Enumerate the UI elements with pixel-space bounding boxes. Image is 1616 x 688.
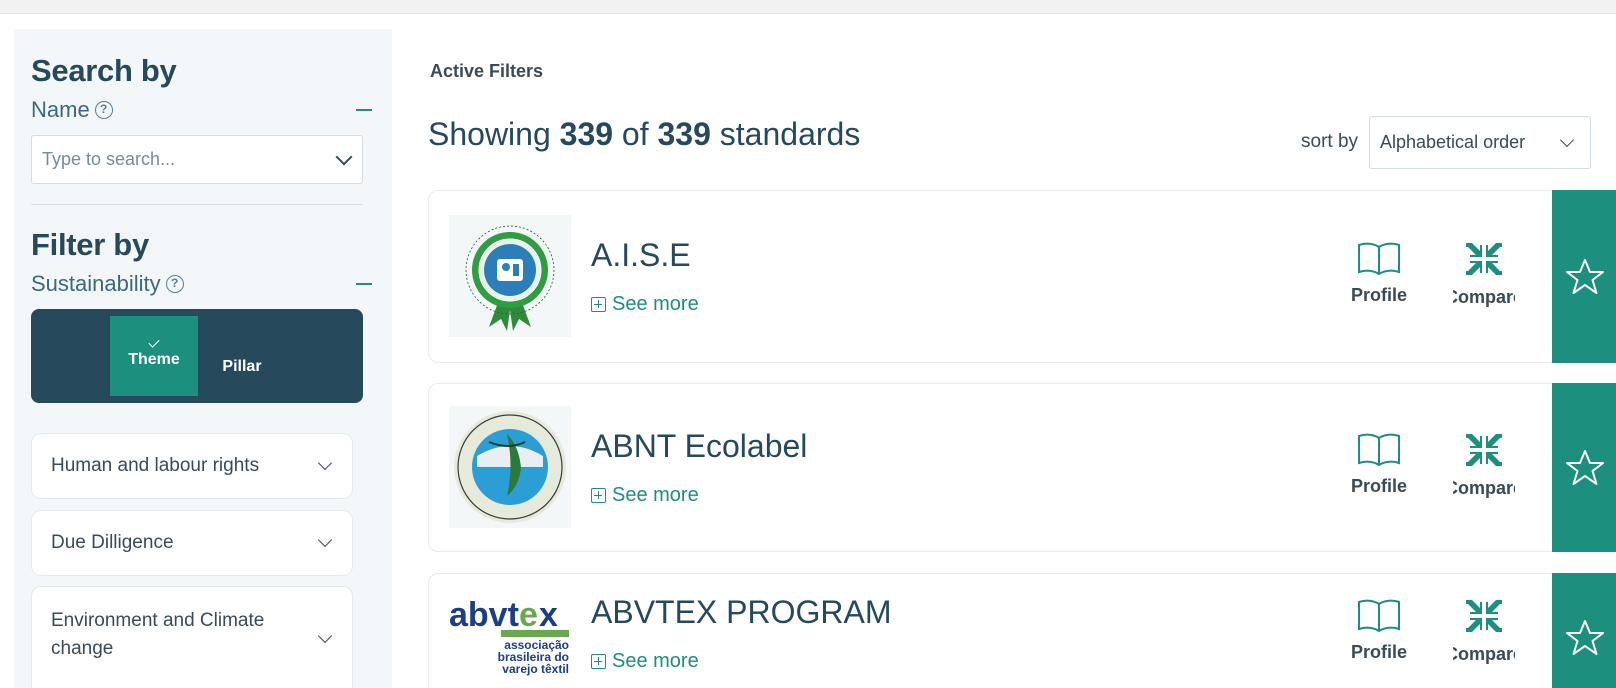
showing-count: 339 <box>559 116 614 152</box>
sort-label: sort by <box>1301 131 1359 152</box>
standard-name[interactable]: A.I.S.E <box>591 237 691 274</box>
compress-arrows-icon <box>1466 600 1502 632</box>
sort-select[interactable]: Alphabetical order <box>1369 116 1591 169</box>
svg-text:abvt: abvt <box>449 596 519 634</box>
star-icon <box>1566 620 1604 655</box>
sustainability-label: Sustainability ? <box>31 271 184 297</box>
sustainability-row: Sustainability ? <box>31 271 374 297</box>
accordion-label: Environment and Climate change <box>51 610 265 659</box>
book-icon <box>1358 242 1400 275</box>
divider <box>31 204 363 205</box>
name-row: Name ? <box>31 97 374 123</box>
standard-card: ABNT Ecolabel See more Profile Compare <box>428 383 1616 552</box>
profile-label: Profile <box>1351 285 1408 305</box>
see-more-link[interactable]: See more <box>591 293 699 316</box>
see-more-link[interactable]: See more <box>591 484 699 507</box>
check-icon <box>148 336 160 348</box>
chevron-down-icon <box>1559 132 1575 147</box>
name-search-combobox[interactable] <box>31 135 363 184</box>
plus-square-icon <box>591 654 606 669</box>
favorite-button[interactable] <box>1552 573 1616 688</box>
toggle-theme-option[interactable]: Theme <box>110 316 198 396</box>
accordion-due-dilligence[interactable]: Due Dilligence <box>31 510 353 576</box>
search-by-title: Search by <box>31 53 177 88</box>
name-label-text: Name <box>31 97 90 122</box>
compare-button[interactable]: Compare <box>1453 432 1515 499</box>
see-more-link[interactable]: See more <box>591 650 699 673</box>
compress-arrows-icon <box>1466 243 1502 275</box>
compress-arrows-icon <box>1466 434 1502 466</box>
compare-label: Compare <box>1453 287 1515 307</box>
profile-button[interactable]: Profile <box>1351 432 1407 497</box>
showing-of: of <box>621 116 649 152</box>
results-count: Showing 339 of 339 standards <box>428 116 860 153</box>
chevron-down-icon[interactable] <box>335 148 353 165</box>
showing-prefix: Showing <box>428 116 551 152</box>
chevron-down-icon <box>317 532 333 548</box>
theme-label: Theme <box>128 351 180 368</box>
chevron-down-icon <box>317 628 333 644</box>
svg-text:varejo têxtil: varejo têxtil <box>502 662 569 676</box>
see-more-text: See more <box>612 293 699 315</box>
standard-name[interactable]: ABNT Ecolabel <box>591 428 807 465</box>
active-filters-label: Active Filters <box>430 61 544 81</box>
pillar-label: Pillar <box>222 358 262 375</box>
profile-label: Profile <box>1351 642 1408 662</box>
standard-card: A.I.S.E See more Profile Compare <box>428 190 1616 363</box>
compare-label: Compare <box>1453 478 1515 498</box>
top-bar <box>0 0 1616 14</box>
abvtex-logo: abvt e x associação brasileira do varejo… <box>449 594 571 684</box>
name-label: Name ? <box>31 97 113 123</box>
svg-text:e: e <box>519 596 538 634</box>
profile-button[interactable]: Profile <box>1351 598 1407 663</box>
standard-card: abvt e x associação brasileira do varejo… <box>428 573 1616 688</box>
chevron-down-icon <box>317 455 333 471</box>
plus-square-icon <box>591 297 606 312</box>
compare-button[interactable]: Compare <box>1453 598 1515 665</box>
star-icon <box>1566 449 1604 485</box>
help-icon[interactable]: ? <box>94 101 113 119</box>
favorite-button[interactable] <box>1552 190 1616 363</box>
accordion-label: Human and labour rights <box>51 455 260 476</box>
theme-pillar-toggle: Theme Pillar <box>31 309 363 403</box>
see-more-text: See more <box>612 650 699 672</box>
search-input[interactable] <box>42 149 322 170</box>
see-more-text: See more <box>612 484 699 506</box>
showing-total: 339 <box>657 116 711 152</box>
profile-label: Profile <box>1351 476 1408 496</box>
abnt-ecolabel-logo <box>449 406 571 528</box>
sustainability-label-text: Sustainability <box>31 271 161 296</box>
compare-button[interactable]: Compare <box>1453 241 1515 308</box>
profile-button[interactable]: Profile <box>1351 241 1407 306</box>
showing-suffix: standards <box>719 116 861 152</box>
svg-text:x: x <box>539 596 558 634</box>
toggle-pillar-option[interactable]: Pillar <box>198 316 286 396</box>
sort-value: Alphabetical order <box>1380 132 1526 152</box>
book-icon <box>1358 599 1400 632</box>
filter-sidebar: Search by Name ? Filter by Sustainabilit… <box>14 29 392 688</box>
plus-square-icon <box>591 488 606 503</box>
favorite-button[interactable] <box>1552 383 1616 552</box>
aise-seal-logo <box>449 215 571 337</box>
filter-by-title: Filter by <box>31 227 149 262</box>
book-icon <box>1358 433 1400 466</box>
accordion-human-labour-rights[interactable]: Human and labour rights <box>31 433 353 499</box>
standard-name[interactable]: ABVTEX PROGRAM <box>591 594 892 631</box>
help-icon[interactable]: ? <box>165 275 184 293</box>
collapse-minus-icon[interactable] <box>356 109 372 111</box>
compare-label: Compare <box>1453 644 1515 664</box>
star-icon <box>1566 258 1604 294</box>
accordion-label: Due Dilligence <box>51 532 174 553</box>
accordion-environment-climate[interactable]: Environment and Climate change <box>31 586 353 688</box>
collapse-minus-icon[interactable] <box>356 283 372 285</box>
